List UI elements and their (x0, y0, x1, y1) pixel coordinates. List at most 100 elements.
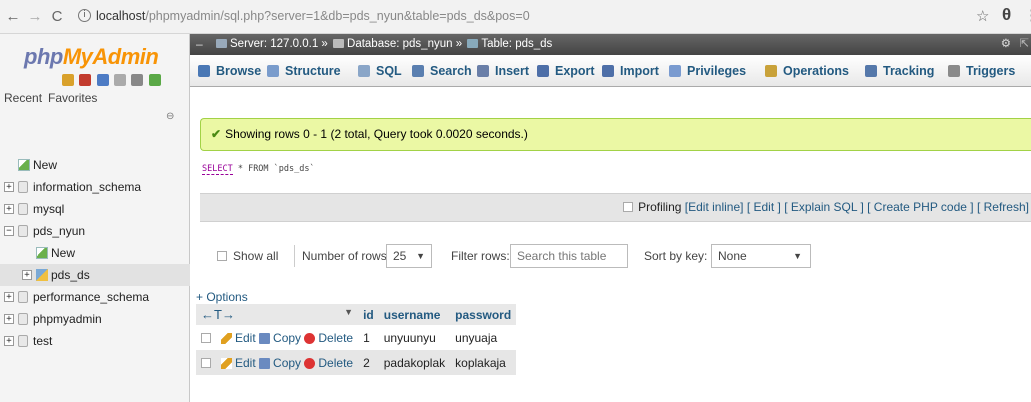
edit-link[interactable]: Edit (221, 356, 256, 370)
tree-item-label: information_schema (33, 180, 142, 194)
docs-icon[interactable] (114, 74, 127, 86)
tree-item[interactable]: + information_schema (0, 176, 190, 198)
cell-username[interactable]: unyuunyu (378, 325, 451, 350)
filter-rows-label: Filter rows: (451, 249, 510, 263)
tree-item[interactable]: New (0, 154, 190, 176)
database-icon (18, 225, 28, 237)
column-header-username[interactable]: username (378, 304, 451, 325)
copy-link[interactable]: Copy (259, 331, 301, 345)
tree-item[interactable]: + phpmyadmin (0, 308, 190, 330)
breadcrumb-server[interactable]: Server: 127.0.0.1 » (230, 38, 328, 50)
help-icon[interactable] (96, 74, 109, 86)
tree-item[interactable]: + test (0, 330, 190, 352)
tab-label: SQL (376, 64, 402, 78)
edit-inline-link[interactable]: [Edit inline] (685, 200, 744, 214)
tree-item[interactable]: + mysql (0, 198, 190, 220)
expand-icon[interactable]: + (22, 270, 32, 280)
expand-icon[interactable]: + (4, 314, 14, 324)
reload-icon[interactable]: C (48, 8, 66, 25)
profiling-checkbox[interactable] (623, 202, 634, 212)
profile-icon[interactable]: θ (1002, 5, 1011, 25)
delete-link[interactable]: Delete (304, 356, 353, 370)
back-icon[interactable]: ← (4, 8, 22, 25)
recent-favorites-tabs: Recent Favorites (4, 91, 103, 105)
tab-recent[interactable]: Recent (4, 91, 42, 105)
edit-link[interactable]: [ Edit ] (747, 200, 781, 214)
tab-operations[interactable]: Operations (765, 55, 849, 87)
tab-label: Import (620, 64, 659, 78)
tab-insert[interactable]: Insert (477, 55, 529, 87)
explain-sql-link[interactable]: [ Explain SQL ] (784, 200, 864, 214)
profiling-bar: Profiling [Edit inline] [ Edit ] [ Expla… (200, 193, 1031, 222)
menu-icon[interactable]: ⋮ (1024, 6, 1031, 24)
sort-arrow-icon: ▼ (344, 307, 354, 317)
collapse-icon[interactable]: – (196, 34, 203, 55)
logout-icon[interactable] (79, 74, 92, 86)
export-icon (537, 65, 549, 77)
tab-triggers[interactable]: Triggers (948, 55, 1015, 87)
column-header-password[interactable]: password (450, 304, 517, 325)
pencil-icon (221, 332, 232, 344)
sql-keyword[interactable]: SELECT (202, 164, 233, 175)
reload-nav-icon[interactable] (148, 74, 161, 86)
tab-import[interactable]: Import (602, 55, 659, 87)
expand-icon[interactable]: + (4, 336, 14, 346)
address-bar[interactable]: localhost/phpmyadmin/sql.php?server=1&db… (96, 9, 530, 23)
tab-sql[interactable]: SQL (358, 55, 402, 87)
filter-rows-input[interactable]: Search this table (510, 244, 628, 268)
forward-icon[interactable]: → (26, 8, 44, 25)
column-header-id[interactable]: id (358, 304, 379, 325)
breadcrumb-database[interactable]: Database: pds_nyun » (347, 38, 462, 50)
tree-item[interactable]: New (0, 242, 190, 264)
link-icon[interactable]: ⊖ (166, 111, 174, 122)
row-checkbox[interactable] (201, 332, 211, 343)
gear-icon[interactable]: ⚙ (1001, 34, 1011, 55)
tab-browse[interactable]: Browse (198, 55, 261, 87)
options-link[interactable]: + Options (196, 290, 248, 304)
show-all-checkbox[interactable] (217, 251, 227, 261)
tab-tracking[interactable]: Tracking (865, 55, 934, 87)
bookmark-star-icon[interactable]: ☆ (976, 7, 989, 25)
cell-id[interactable]: 1 (358, 325, 379, 350)
copy-link[interactable]: Copy (259, 356, 301, 370)
expand-icon[interactable]: + (4, 182, 14, 192)
tab-export[interactable]: Export (537, 55, 595, 87)
sql-icon (358, 65, 370, 77)
database-icon (18, 181, 28, 193)
info-icon[interactable]: i (78, 9, 91, 22)
breadcrumb-table[interactable]: Table: pds_ds (481, 38, 552, 50)
tree-item[interactable]: + pds_ds (0, 264, 190, 286)
create-php-code-link[interactable]: [ Create PHP code ] (867, 200, 974, 214)
number-of-rows-select[interactable]: 25 ▼ (386, 244, 432, 268)
sort-by-key-select[interactable]: None ▼ (711, 244, 811, 268)
cell-username[interactable]: padakoplak (378, 350, 451, 375)
refresh-link[interactable]: [ Refresh] (977, 200, 1029, 214)
delete-link[interactable]: Delete (304, 331, 353, 345)
settings-icon[interactable] (131, 74, 144, 86)
cell-password[interactable]: unyuaja (450, 325, 517, 350)
collapse-icon[interactable]: − (4, 226, 14, 236)
expand-icon[interactable]: + (4, 292, 14, 302)
edit-link[interactable]: Edit (221, 331, 256, 345)
row-checkbox[interactable] (201, 357, 211, 368)
tree-item[interactable]: − pds_nyun (0, 220, 190, 242)
tab-search[interactable]: Search (412, 55, 472, 87)
tab-privileges[interactable]: Privileges (669, 55, 746, 87)
search-icon (412, 65, 424, 77)
cell-password[interactable]: koplakaja (450, 350, 517, 375)
left-arrow-icon: ← (201, 307, 214, 322)
tree-item[interactable]: + performance_schema (0, 286, 190, 308)
column-toggle[interactable]: ←T→ ▼ (196, 304, 359, 325)
phpmyadmin-logo[interactable]: phpMyAdmin (24, 44, 159, 70)
row-checkbox-cell (196, 350, 216, 375)
cell-id[interactable]: 2 (358, 350, 379, 375)
tree-item-label: performance_schema (33, 290, 150, 304)
expand-icon[interactable]: ⇱ (1019, 34, 1029, 55)
tab-structure[interactable]: Structure (267, 55, 341, 87)
tab-label: Tracking (883, 64, 935, 78)
tab-favorites[interactable]: Favorites (48, 91, 97, 105)
triggers-icon (948, 65, 960, 77)
tab-label: Insert (495, 64, 530, 78)
expand-icon[interactable]: + (4, 204, 14, 214)
home-icon[interactable] (62, 74, 74, 86)
